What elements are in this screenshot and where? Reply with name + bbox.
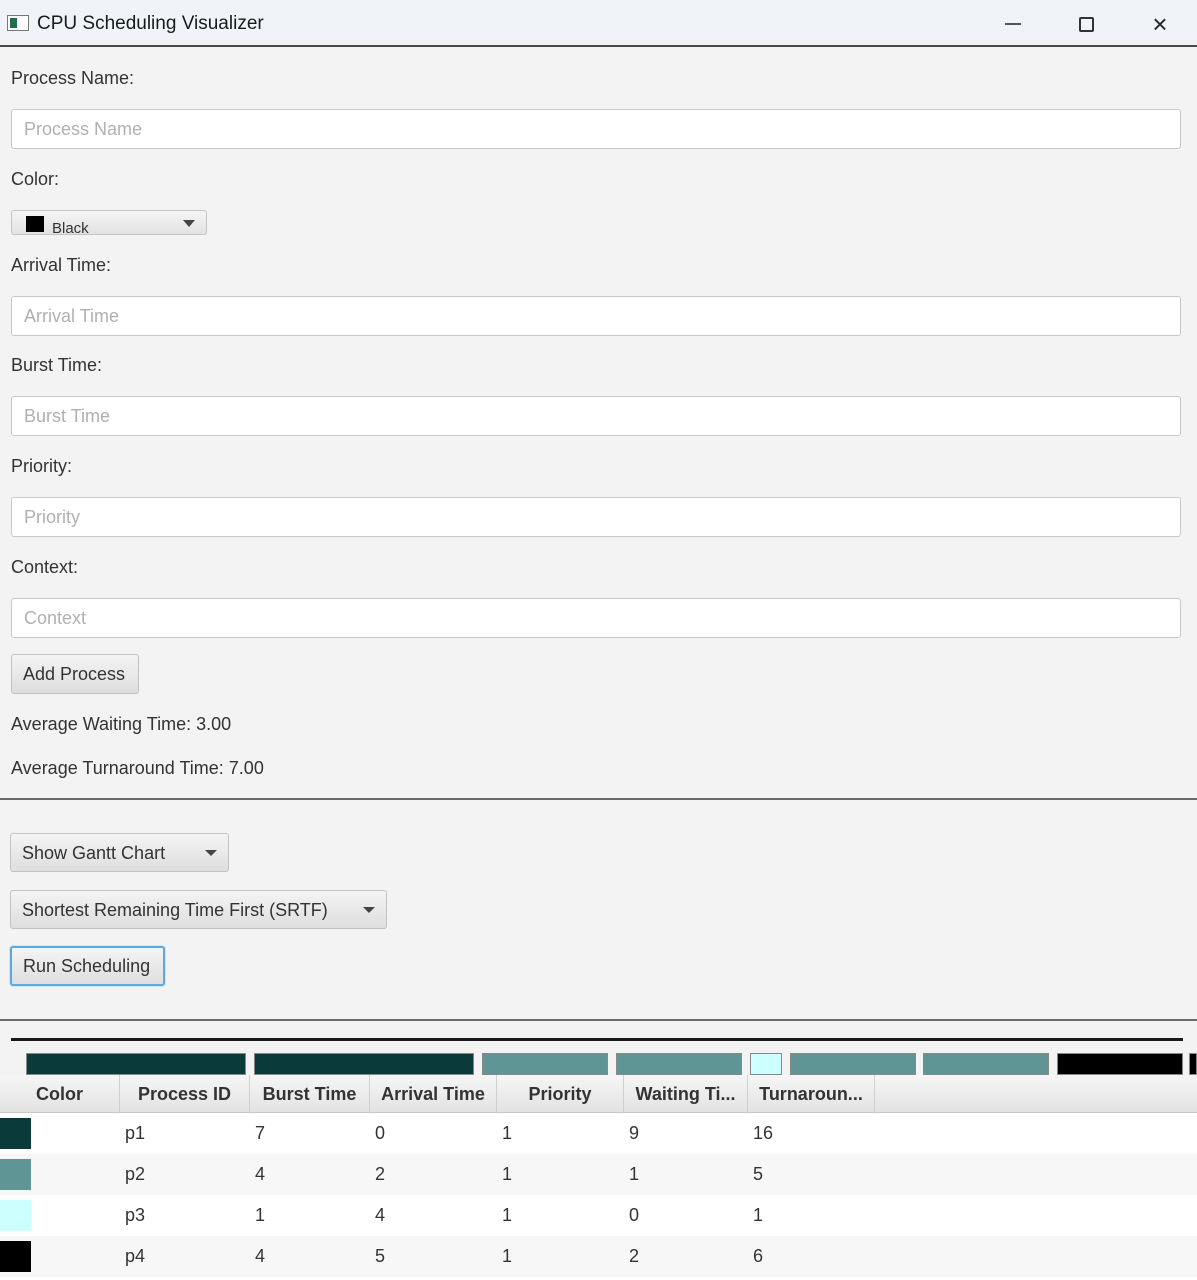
column-waiting-time-cell: 9 <box>629 1123 640 1143</box>
column-burst-time-cell: 4 <box>255 1246 266 1266</box>
app-icon <box>7 15 29 31</box>
column-turnaround-time-cell: 5 <box>753 1164 764 1184</box>
column-burst-time-cell: 4 <box>255 1164 266 1184</box>
color-picker-value: Black <box>52 220 89 235</box>
burst-time-label: Burst Time: <box>11 355 103 375</box>
chevron-down-icon <box>183 220 195 227</box>
column-priority-cell: 1 <box>502 1205 513 1225</box>
minimize-icon <box>1005 23 1021 25</box>
burst-time-input[interactable] <box>11 396 1181 436</box>
column-turnaround-time-cell: 6 <box>753 1246 764 1266</box>
column-waiting-time-header[interactable]: Waiting Ti... <box>624 1075 748 1113</box>
close-button[interactable]: × <box>1135 6 1185 42</box>
column-turnaround-time-cell: 1 <box>753 1205 764 1225</box>
table-row[interactable]: p2 4 2 1 1 5 <box>0 1154 1197 1195</box>
color-swatch <box>26 216 44 232</box>
section-divider <box>0 1019 1197 1021</box>
table-row[interactable]: p3 1 4 1 0 1 <box>0 1195 1197 1236</box>
algorithm-select-value: Shortest Remaining Time First (SRTF) <box>22 900 328 920</box>
column-process-id-header[interactable]: Process ID <box>120 1075 250 1113</box>
column-waiting-time-cell: 2 <box>629 1246 640 1266</box>
chevron-down-icon <box>363 907 375 913</box>
arrival-time-label: Arrival Time: <box>11 255 112 275</box>
column-priority-cell: 1 <box>502 1246 513 1266</box>
gantt-block <box>1057 1053 1183 1075</box>
gantt-block <box>750 1053 782 1075</box>
process-color-swatch <box>0 1200 31 1231</box>
column-priority-cell: 1 <box>502 1164 513 1184</box>
column-priority-cell: 1 <box>502 1123 513 1143</box>
minimize-button[interactable] <box>988 6 1038 42</box>
chevron-down-icon <box>205 850 217 856</box>
column-process-id-cell: p1 <box>125 1123 146 1143</box>
average-turnaround-time: Average Turnaround Time: 7.00 <box>11 758 264 778</box>
close-icon: × <box>1152 9 1168 39</box>
gantt-block <box>923 1053 1049 1075</box>
column-arrival-time-cell: 4 <box>375 1205 386 1225</box>
gantt-timeline <box>11 1038 1183 1041</box>
priority-input[interactable] <box>11 497 1181 537</box>
column-arrival-time-cell: 0 <box>375 1123 386 1143</box>
context-input[interactable] <box>11 598 1181 638</box>
gantt-block <box>482 1053 608 1075</box>
arrival-time-input[interactable] <box>11 296 1181 336</box>
table-header: Color Process ID Burst Time Arrival Time Pri… <box>0 1075 1197 1113</box>
title-bar: CPU Scheduling Visualizer × <box>0 0 1197 47</box>
column-burst-time-cell: 7 <box>255 1123 266 1143</box>
column-waiting-time-cell: 0 <box>629 1205 640 1225</box>
gantt-chart <box>0 1053 1197 1075</box>
gantt-block <box>790 1053 916 1075</box>
process-table[interactable]: Color Process ID Burst Time Arrival Time Pri… <box>0 1075 1197 1280</box>
column-arrival-time-header[interactable]: Arrival Time <box>370 1075 497 1113</box>
process-color-swatch <box>0 1118 31 1149</box>
column-process-id-cell: p2 <box>125 1164 146 1184</box>
table-row[interactable]: p4 4 5 1 2 6 <box>0 1236 1197 1277</box>
column-burst-time-cell: 1 <box>255 1205 266 1225</box>
gantt-block <box>616 1053 742 1075</box>
table-row[interactable]: p1 7 0 1 9 16 <box>0 1113 1197 1154</box>
column-turnaround-time-cell: 16 <box>753 1123 774 1143</box>
column-burst-time-header[interactable]: Burst Time <box>250 1075 370 1113</box>
column-process-id-cell: p3 <box>125 1205 146 1225</box>
column-priority-header[interactable]: Priority <box>497 1075 624 1113</box>
window-title: CPU Scheduling Visualizer <box>37 13 264 34</box>
gantt-block <box>1189 1053 1197 1075</box>
gantt-block <box>26 1053 246 1075</box>
process-name-label: Process Name: <box>11 68 135 88</box>
color-label: Color: <box>11 169 60 189</box>
column-arrival-time-cell: 5 <box>375 1246 386 1266</box>
gantt-block <box>254 1053 474 1075</box>
process-color-swatch <box>0 1159 31 1190</box>
process-color-swatch <box>0 1241 31 1272</box>
column-process-id-cell: p4 <box>125 1246 146 1266</box>
column-arrival-time-cell: 2 <box>375 1164 386 1184</box>
algorithm-select[interactable]: Shortest Remaining Time First (SRTF) <box>10 890 387 929</box>
view-select-value: Show Gantt Chart <box>22 843 166 863</box>
context-label: Context: <box>11 557 79 577</box>
process-name-input[interactable] <box>11 109 1181 149</box>
run-scheduling-button[interactable]: Run Scheduling <box>10 946 165 986</box>
column-turnaround-time-header[interactable]: Turnaroun... <box>748 1075 875 1113</box>
color-picker[interactable]: Black <box>11 210 207 235</box>
view-select[interactable]: Show Gantt Chart <box>10 833 229 872</box>
section-divider <box>0 798 1197 800</box>
maximize-icon <box>1078 16 1094 32</box>
priority-label: Priority: <box>11 456 73 476</box>
column-waiting-time-cell: 1 <box>629 1164 640 1184</box>
average-waiting-time: Average Waiting Time: 3.00 <box>11 714 232 734</box>
maximize-button[interactable] <box>1061 6 1111 42</box>
add-process-button[interactable]: Add Process <box>11 654 139 694</box>
column-color-header[interactable]: Color <box>0 1075 120 1113</box>
